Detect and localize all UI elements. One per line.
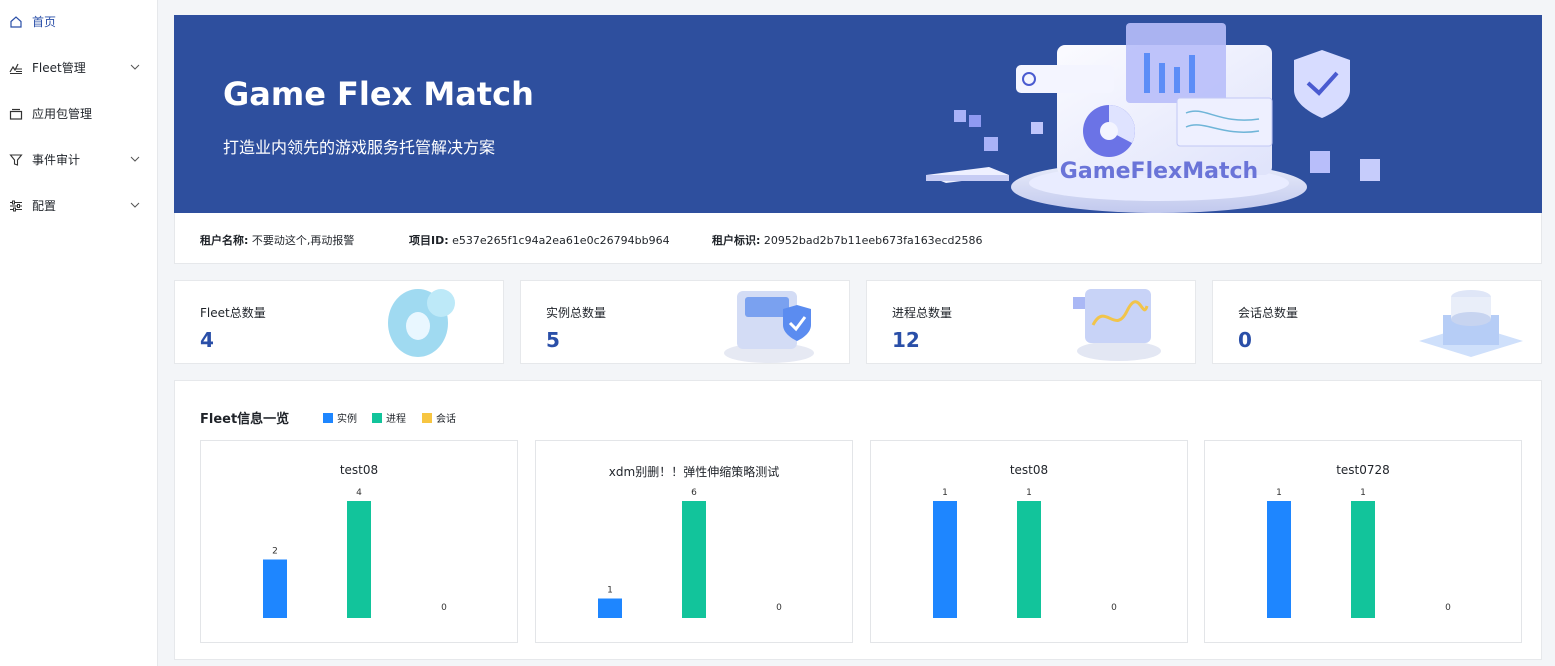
bar-value-label: 1: [1026, 488, 1032, 498]
fleet-chart-card[interactable]: xdm别删！！弹性伸缩策略测试 160: [535, 440, 853, 643]
bar-process: [1351, 501, 1375, 618]
legend-swatch: [372, 412, 382, 423]
tenant-name-label: 租户名称:: [200, 234, 249, 247]
stat-card-process: 进程总数量 12: [866, 280, 1196, 364]
sidebar-item-audit[interactable]: 事件审计: [0, 142, 158, 178]
sidebar-item-packages[interactable]: 应用包管理: [0, 96, 158, 132]
fleet-chart-card[interactable]: test08 240: [200, 440, 518, 643]
project-id-info: 项目ID: e537e265f1c94a2ea61e0c26794bb964: [409, 232, 670, 248]
legend-item-session: 会话: [422, 410, 456, 425]
tenant-id-value: 20952bad2b7b11eeb673fa163ecd2586: [763, 234, 983, 247]
bar-value-label: 0: [1111, 603, 1117, 613]
fleet-bar-chart: 1 1 0: [1267, 488, 1451, 618]
package-icon: [9, 108, 23, 120]
project-id-label: 项目ID:: [409, 234, 449, 247]
bar-instance: [1267, 501, 1291, 618]
stat-card-instance: 实例总数量 5: [520, 280, 850, 364]
stat-card-session: 会话总数量 0: [1212, 280, 1542, 364]
tenant-id-info: 租户标识: 20952bad2b7b11eeb673fa163ecd2586: [712, 232, 982, 248]
hero-banner: Game Flex Match 打造业内领先的游戏服务托管解决方案 GameFl…: [174, 15, 1542, 213]
bar-value-label: 0: [1445, 603, 1451, 613]
bar-value-label: 0: [776, 603, 782, 613]
stat-label: 会话总数量: [1238, 306, 1299, 320]
legend-swatch: [422, 412, 432, 423]
stat-label: Fleet总数量: [200, 306, 266, 320]
bar-instance: [933, 501, 957, 618]
fleet-chart-card[interactable]: test08 110: [870, 440, 1188, 643]
legend-item-process: 进程: [372, 410, 406, 425]
bar-instance: [263, 559, 287, 618]
chevron-down-icon: [130, 156, 140, 162]
bar-value-label: 1: [607, 586, 613, 596]
bar-value-label: 2: [272, 547, 278, 557]
bar-value-label: 6: [691, 488, 697, 498]
fleet-bar-chart: 1 1 0: [933, 488, 1117, 618]
server-shield-icon: [724, 291, 814, 363]
filter-icon: [9, 154, 23, 166]
stat-value: 5: [546, 328, 560, 352]
banner-illustration-text: GameFlexMatch: [1060, 159, 1258, 184]
sliders-icon: [10, 200, 22, 212]
fleet-chart-card[interactable]: test0728 110: [1204, 440, 1522, 643]
stat-value: 12: [892, 328, 920, 352]
fleet-overview-title: Fleet信息一览: [200, 412, 290, 427]
bar-process: [347, 501, 371, 618]
sidebar-item-label: 事件审计: [32, 153, 81, 167]
legend-label: 实例: [337, 414, 357, 425]
bar-process: [682, 501, 706, 618]
bar-value-label: 0: [441, 603, 447, 613]
sidebar-item-label: Fleet管理: [32, 61, 86, 75]
legend-label: 进程: [386, 414, 406, 425]
sidebar-item-label: 应用包管理: [32, 107, 93, 121]
tenant-name-info: 租户名称: 不要动这个,再动报警: [200, 232, 354, 248]
bar-process: [1017, 501, 1041, 618]
sidebar-item-label: 首页: [32, 15, 57, 29]
ring-illustration-icon: [388, 289, 455, 357]
bar-value-label: 1: [1360, 488, 1366, 498]
banner-illustration: GameFlexMatch: [926, 23, 1380, 213]
sidebar-item-home[interactable]: 首页: [0, 4, 158, 40]
bar-instance: [598, 598, 622, 618]
fleet-icon: [9, 63, 22, 74]
stat-label: 实例总数量: [546, 306, 607, 320]
tenant-name-value: 不要动这个,再动报警: [251, 234, 355, 247]
tenant-info-bar: 租户名称: 不要动这个,再动报警 项目ID: e537e265f1c94a2ea…: [174, 213, 1542, 264]
database-platform-icon: [1419, 290, 1523, 357]
home-icon: [10, 16, 22, 28]
fleet-bar-chart: 1 6 0: [598, 488, 782, 618]
sidebar-item-label: 配置: [32, 199, 57, 213]
sidebar-item-config[interactable]: 配置: [0, 188, 158, 224]
fleet-overview-panel: Fleet信息一览 实例 进程 会话 test08 240 xdm别删！！弹性伸…: [174, 380, 1542, 660]
legend-swatch: [323, 412, 333, 423]
chevron-down-icon: [130, 202, 140, 208]
legend-label: 会话: [436, 414, 456, 425]
bar-value-label: 1: [1276, 488, 1282, 498]
sidebar: 首页 Fleet管理 应用包管理 事件审计 配置: [0, 0, 158, 666]
sidebar-item-fleet[interactable]: Fleet管理: [0, 50, 158, 86]
chevron-down-icon: [130, 64, 140, 70]
stat-value: 4: [200, 328, 214, 352]
legend-item-instance: 实例: [323, 410, 357, 425]
tenant-id-label: 租户标识:: [712, 234, 761, 247]
stat-value: 0: [1238, 328, 1252, 352]
fleet-bar-chart: 2 4 0: [263, 488, 447, 618]
stat-card-fleet: Fleet总数量 4: [174, 280, 504, 364]
monitor-chart-icon: [1073, 289, 1161, 361]
stat-label: 进程总数量: [892, 306, 953, 320]
bar-value-label: 4: [356, 488, 362, 498]
project-id-value: e537e265f1c94a2ea61e0c26794bb964: [452, 234, 670, 247]
bar-value-label: 1: [942, 488, 948, 498]
